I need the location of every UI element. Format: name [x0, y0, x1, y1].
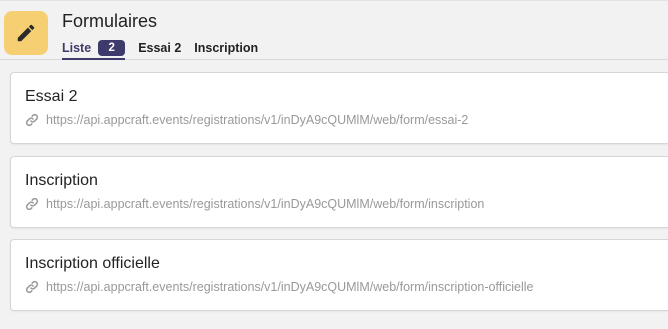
header: Formulaires Liste 2 Essai 2 Inscription	[0, 1, 668, 60]
form-title: Inscription officielle	[25, 255, 160, 272]
form-url-text: https://api.appcraft.events/registration…	[46, 113, 469, 127]
form-title: Inscription	[25, 172, 98, 189]
link-icon	[25, 197, 39, 211]
tab-essai-2-label: Essai 2	[138, 41, 182, 55]
tab-essai-2[interactable]: Essai 2	[138, 37, 181, 59]
tab-inscription-label: Inscription	[194, 41, 259, 55]
tab-liste[interactable]: Liste 2	[62, 37, 126, 60]
link-icon	[25, 113, 39, 127]
link-icon	[25, 280, 39, 294]
pencil-icon	[4, 11, 48, 55]
tab-bar: Liste 2 Essai 2 Inscription	[62, 37, 271, 60]
form-card-essai-2[interactable]: Essai 2 https://api.appcraft.events/regi…	[10, 72, 668, 144]
form-url-text: https://api.appcraft.events/registration…	[46, 197, 485, 211]
tab-inscription[interactable]: Inscription	[194, 37, 258, 59]
count-badge: 2	[98, 40, 126, 56]
form-url[interactable]: https://api.appcraft.events/registration…	[25, 112, 468, 128]
form-card-inscription-officielle[interactable]: Inscription officielle https://api.appcr…	[10, 239, 668, 311]
form-url[interactable]: https://api.appcraft.events/registration…	[25, 279, 533, 295]
form-url-text: https://api.appcraft.events/registration…	[46, 280, 534, 294]
page: Formulaires Liste 2 Essai 2 Inscription …	[0, 0, 668, 329]
tab-liste-label: Liste	[62, 41, 92, 55]
form-title: Essai 2	[25, 88, 78, 105]
form-url[interactable]: https://api.appcraft.events/registration…	[25, 196, 484, 212]
page-title: Formulaires	[62, 11, 158, 31]
form-card-inscription[interactable]: Inscription https://api.appcraft.events/…	[10, 156, 668, 228]
